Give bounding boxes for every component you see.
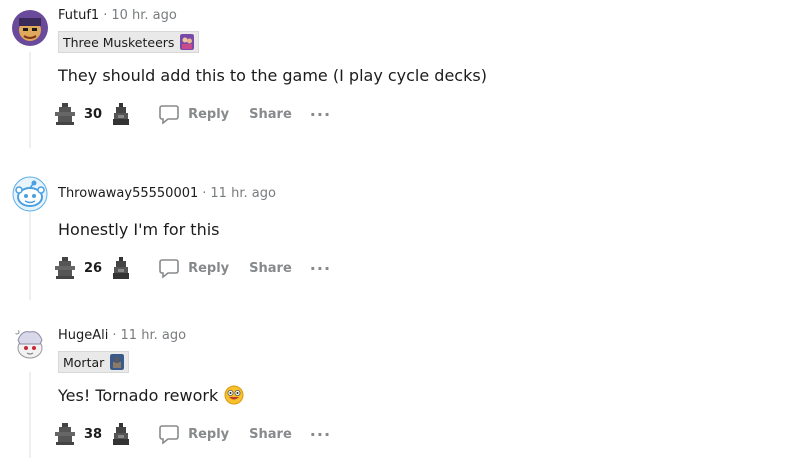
comment-author[interactable]: HugeAli — [58, 328, 108, 343]
comment-time[interactable]: 11 hr. ago — [210, 186, 276, 201]
comment-body-text: Yes! Tornado rework — [58, 385, 219, 405]
upvote-icon[interactable] — [52, 255, 78, 281]
vote-group: 30 — [52, 100, 134, 128]
comment-time[interactable]: 11 hr. ago — [121, 328, 187, 343]
more-icon: ··· — [309, 104, 332, 124]
thread-line[interactable] — [29, 210, 31, 300]
flair-label: Mortar — [63, 354, 105, 370]
comment-bubble-icon — [159, 105, 179, 125]
more-options-button[interactable]: ··· — [310, 259, 331, 278]
vote-score: 26 — [84, 260, 103, 276]
avatar[interactable] — [12, 10, 48, 46]
comment-actions: 26 Reply Share ··· — [52, 254, 331, 282]
vote-group: 26 — [52, 254, 134, 282]
meta-separator: · — [202, 186, 207, 201]
meta-separator: · — [103, 8, 108, 23]
vote-score: 30 — [84, 106, 103, 122]
thread-line[interactable] — [29, 52, 31, 148]
reply-label: Reply — [188, 260, 230, 276]
comment-actions: 30 Reply Share ··· — [52, 100, 331, 128]
comment-time[interactable]: 10 hr. ago — [111, 8, 177, 23]
reply-label: Reply — [188, 426, 230, 442]
reply-button[interactable]: Reply — [158, 103, 229, 125]
share-label: Share — [249, 426, 292, 442]
reply-button[interactable]: Reply — [158, 423, 229, 445]
downvote-icon[interactable] — [108, 255, 134, 281]
downvote-icon[interactable] — [108, 101, 134, 127]
vote-group: 38 — [52, 420, 134, 448]
comment-body: Honestly I'm for this — [58, 219, 220, 239]
share-button[interactable]: Share — [249, 261, 292, 276]
mortar-card-icon — [110, 354, 125, 370]
comment-meta: Futuf1 · 10 hr. ago — [58, 8, 177, 23]
share-button[interactable]: Share — [249, 427, 292, 442]
downvote-icon[interactable] — [108, 421, 134, 447]
flair-label: Three Musketeers — [63, 34, 175, 50]
comment-bubble-icon — [159, 259, 179, 279]
more-options-button[interactable]: ··· — [310, 105, 331, 124]
share-label: Share — [249, 106, 292, 122]
share-button[interactable]: Share — [249, 107, 292, 122]
reply-label: Reply — [188, 106, 230, 122]
comment-meta: Throwaway55550001 · 11 hr. ago — [58, 186, 276, 201]
comment-body: Yes! Tornado rework — [58, 384, 244, 406]
comment-body: They should add this to the game (I play… — [58, 65, 487, 85]
upvote-icon[interactable] — [52, 101, 78, 127]
meta-separator: · — [112, 328, 117, 343]
comment-meta: HugeAli · 11 hr. ago — [58, 328, 186, 343]
avatar[interactable] — [12, 326, 48, 362]
comment-author[interactable]: Futuf1 — [58, 8, 99, 23]
comment-actions: 38 Reply Share ··· — [52, 420, 331, 448]
three-musketeers-card-icon — [180, 34, 195, 50]
more-icon: ··· — [309, 258, 332, 278]
user-flair: Three Musketeers — [58, 31, 200, 53]
comment-bubble-icon — [159, 425, 179, 445]
vote-score: 38 — [84, 426, 103, 442]
upvote-icon[interactable] — [52, 421, 78, 447]
laughing-emoji-icon — [224, 385, 244, 405]
avatar[interactable] — [12, 176, 48, 212]
comment-author[interactable]: Throwaway55550001 — [58, 186, 198, 201]
reply-button[interactable]: Reply — [158, 257, 229, 279]
user-flair: Mortar — [58, 351, 130, 373]
more-icon: ··· — [309, 424, 332, 444]
more-options-button[interactable]: ··· — [310, 425, 331, 444]
share-label: Share — [249, 260, 292, 276]
thread-line[interactable] — [29, 372, 31, 458]
